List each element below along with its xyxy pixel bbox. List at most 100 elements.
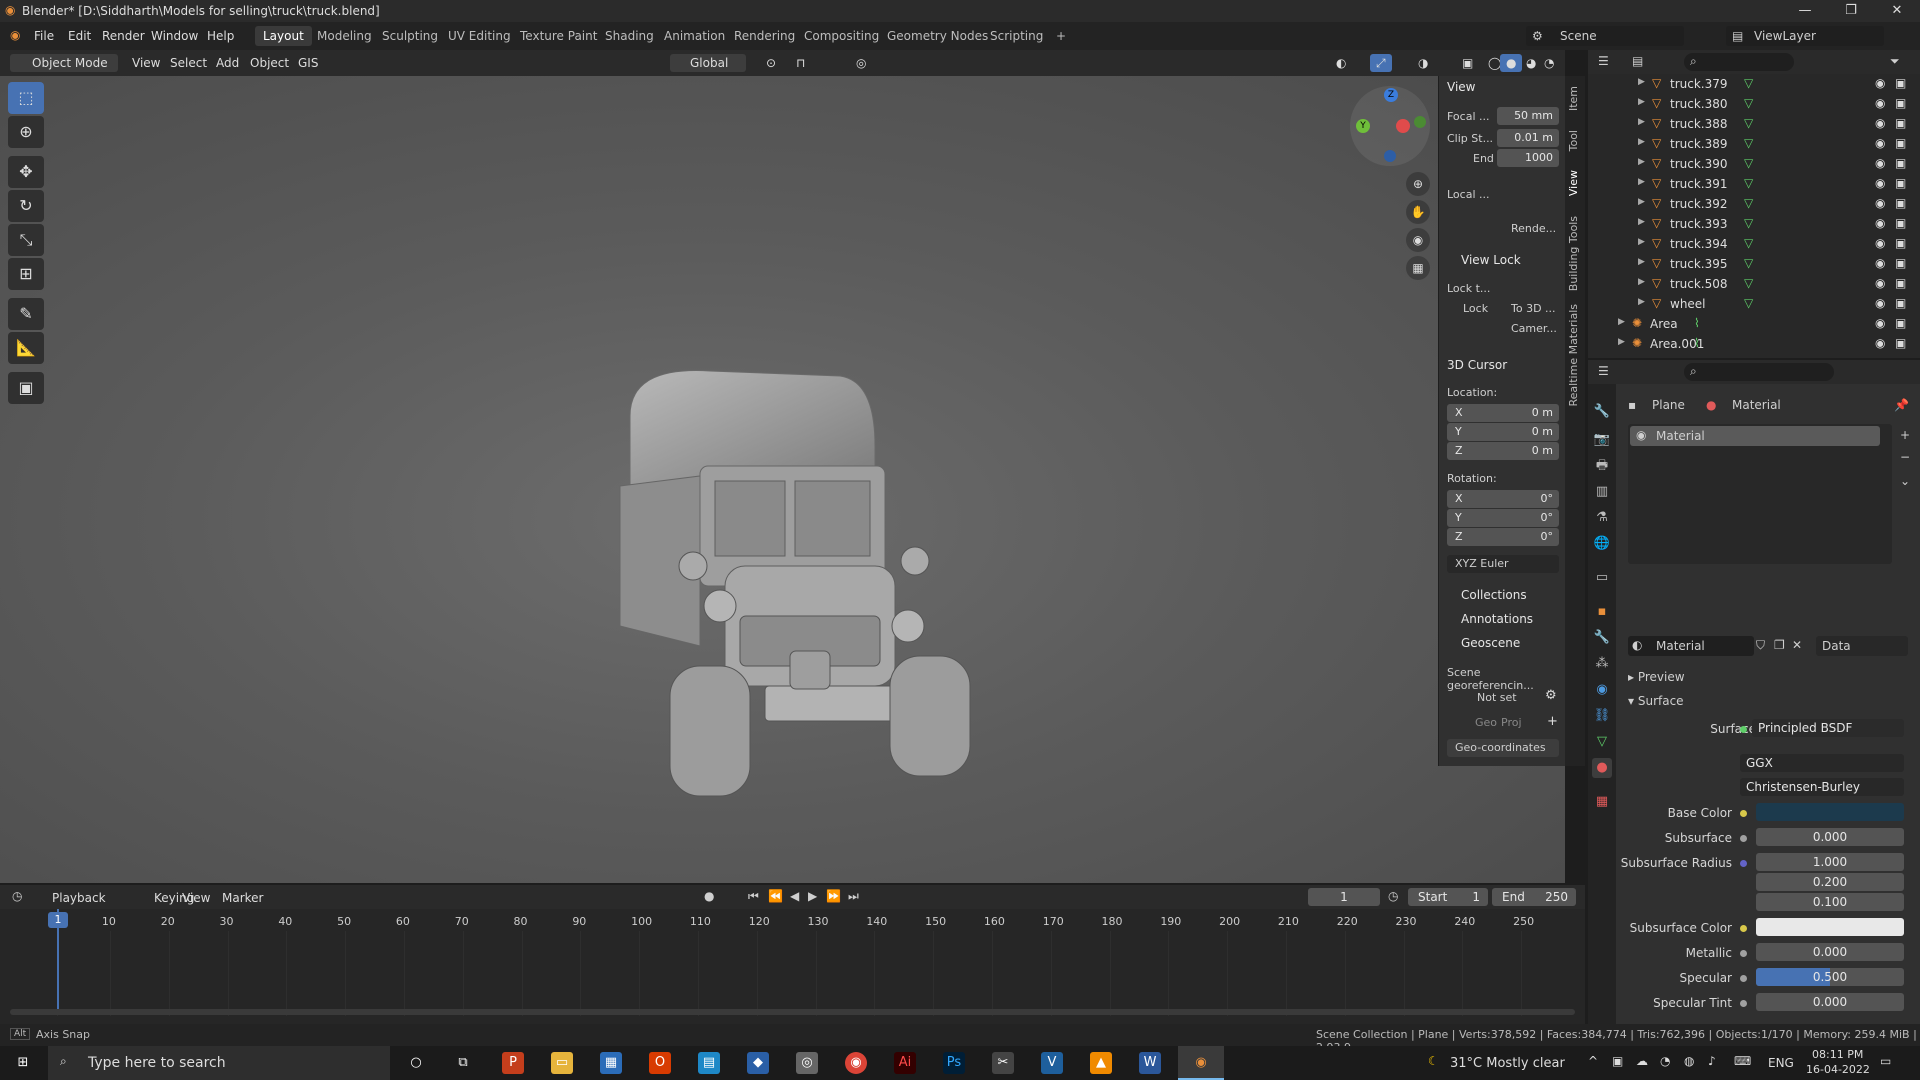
mesh-data-icon[interactable]: ▽ bbox=[1744, 116, 1753, 130]
clip-start-field[interactable]: 0.01 m bbox=[1497, 129, 1559, 147]
subsurface-radius-z[interactable]: 0.100 bbox=[1756, 893, 1904, 911]
timeline-scrollbar[interactable] bbox=[10, 1009, 1575, 1015]
visibility-eye-icon[interactable]: ◉ bbox=[1875, 316, 1885, 330]
menu-window[interactable]: Window bbox=[151, 29, 198, 43]
3d-cursor-section-header[interactable]: 3D Cursor bbox=[1447, 358, 1507, 372]
app-icon-1[interactable]: ◆ bbox=[747, 1052, 769, 1074]
render-camera-icon[interactable]: ▣ bbox=[1895, 156, 1906, 170]
powerpoint-icon[interactable]: P bbox=[502, 1052, 524, 1074]
transform-orientation-dropdown[interactable]: Global bbox=[670, 54, 746, 72]
menu-playback[interactable]: Playback bbox=[46, 889, 112, 907]
office-icon[interactable]: O bbox=[649, 1052, 671, 1074]
expand-icon[interactable]: ▶ bbox=[1618, 317, 1625, 327]
duplicate-material-icon[interactable]: ❐ bbox=[1774, 638, 1785, 652]
tab-item[interactable]: Item bbox=[1567, 86, 1583, 111]
keyboard-icon[interactable]: ⌨ bbox=[1734, 1054, 1751, 1068]
timeline[interactable]: 1102030405060708090100110120130140150160… bbox=[0, 909, 1585, 1024]
distribution-dropdown[interactable]: GGX bbox=[1740, 754, 1904, 772]
visibility-eye-icon[interactable]: ◉ bbox=[1875, 216, 1885, 230]
clock-time[interactable]: 08:11 PM bbox=[1812, 1048, 1863, 1061]
view-lock-section-header[interactable]: View Lock bbox=[1461, 253, 1521, 267]
render-camera-icon[interactable]: ▣ bbox=[1895, 236, 1906, 250]
gizmo-x-axis[interactable] bbox=[1396, 119, 1410, 133]
render-camera-icon[interactable]: ▣ bbox=[1895, 76, 1906, 90]
mesh-data-icon[interactable]: ▽ bbox=[1744, 256, 1753, 270]
photoshop-icon[interactable]: Ps bbox=[943, 1052, 965, 1074]
material-slot-item[interactable]: ◉ Material bbox=[1630, 426, 1880, 446]
close-button[interactable]: ✕ bbox=[1874, 0, 1920, 22]
language-indicator[interactable]: ENG bbox=[1768, 1056, 1794, 1070]
texture-properties-icon[interactable]: ▦ bbox=[1592, 792, 1612, 812]
gizmo-toggle-icon[interactable]: ⤢ bbox=[1370, 54, 1392, 72]
vlc-icon[interactable]: ▲ bbox=[1090, 1052, 1112, 1074]
expand-icon[interactable]: ▶ bbox=[1638, 97, 1645, 107]
collection-properties-icon[interactable]: ▭ bbox=[1592, 568, 1612, 588]
expand-icon[interactable]: ▶ bbox=[1618, 337, 1625, 347]
cursor-location-x-field[interactable]: X0 m bbox=[1447, 404, 1559, 422]
transform-tool-icon[interactable]: ⊞ bbox=[8, 258, 44, 290]
tab-shading[interactable]: Shading bbox=[597, 26, 662, 46]
expand-icon[interactable]: ▶ bbox=[1638, 117, 1645, 127]
cursor-location-y-field[interactable]: Y0 m bbox=[1447, 423, 1559, 441]
timeline-editor-type-icon[interactable]: ◷ bbox=[12, 889, 22, 903]
material-browse-icon[interactable]: ◐ bbox=[1632, 638, 1642, 652]
menu-gis[interactable]: GIS bbox=[292, 54, 324, 72]
subsurface-color-socket[interactable] bbox=[1740, 925, 1747, 932]
pivot-icon[interactable]: ⊙ bbox=[760, 54, 782, 72]
view-section-header[interactable]: View bbox=[1447, 80, 1475, 94]
subsurface-field[interactable]: 0.000 bbox=[1756, 828, 1904, 846]
xray-icon[interactable]: ▣ bbox=[1456, 54, 1479, 72]
pan-hand-icon[interactable]: ✋ bbox=[1406, 200, 1430, 224]
mesh-data-icon[interactable]: ▽ bbox=[1744, 216, 1753, 230]
minimize-button[interactable]: — bbox=[1782, 0, 1828, 22]
vray-icon[interactable]: V bbox=[1041, 1052, 1063, 1074]
subsurface-radius-x[interactable]: 1.000 bbox=[1756, 853, 1904, 871]
record-icon[interactable]: ● bbox=[704, 889, 714, 903]
taskbar-blender-button[interactable]: ◉ bbox=[1178, 1046, 1224, 1080]
render-camera-icon[interactable]: ▣ bbox=[1895, 256, 1906, 270]
render-properties-icon[interactable]: 📷 bbox=[1592, 430, 1612, 450]
metallic-field[interactable]: 0.000 bbox=[1756, 943, 1904, 961]
play-reverse-icon[interactable]: ◀ bbox=[790, 889, 799, 903]
remove-slot-button[interactable]: − bbox=[1900, 450, 1910, 464]
visibility-eye-icon[interactable]: ◉ bbox=[1875, 336, 1885, 350]
expand-icon[interactable]: ▶ bbox=[1638, 157, 1645, 167]
outliner-row[interactable]: ▶ ▽ truck.389 ▽ ◉ ▣ bbox=[1588, 134, 1920, 154]
tab-modeling[interactable]: Modeling bbox=[309, 26, 380, 46]
preview-range-icon[interactable]: ◷ bbox=[1388, 889, 1398, 903]
rotation-mode-dropdown[interactable]: XYZ Euler bbox=[1447, 555, 1559, 573]
render-region-label[interactable]: Rende... bbox=[1511, 222, 1556, 235]
outliner-row[interactable]: ▶ ▽ truck.380 ▽ ◉ ▣ bbox=[1588, 94, 1920, 114]
cursor-location-z-field[interactable]: Z0 m bbox=[1447, 442, 1559, 460]
cursor-rotation-y-field[interactable]: Y 0° bbox=[1447, 509, 1559, 527]
mesh-data-icon[interactable]: ▽ bbox=[1744, 176, 1753, 190]
base-color-socket[interactable] bbox=[1740, 810, 1747, 817]
material-properties-icon[interactable]: ● bbox=[1592, 758, 1612, 778]
particle-properties-icon[interactable]: ⁂ bbox=[1592, 654, 1612, 674]
lock-camera-checkbox[interactable]: Camer... bbox=[1511, 322, 1557, 335]
render-camera-icon[interactable]: ▣ bbox=[1895, 276, 1906, 290]
tab-uv-editing[interactable]: UV Editing bbox=[440, 26, 519, 46]
navigation-gizmo[interactable]: Z Y bbox=[1350, 86, 1430, 166]
render-camera-icon[interactable]: ▣ bbox=[1895, 296, 1906, 310]
display-mode-icon[interactable]: ▤ bbox=[1632, 54, 1643, 68]
properties-search-input[interactable]: ⌕ bbox=[1684, 363, 1834, 381]
expand-icon[interactable]: ▶ bbox=[1638, 197, 1645, 207]
tab-layout[interactable]: Layout bbox=[255, 26, 312, 46]
notifications-icon[interactable]: ▭ bbox=[1880, 1054, 1891, 1068]
expand-icon[interactable]: ▶ bbox=[1638, 297, 1645, 307]
file-explorer-icon[interactable]: ▭ bbox=[551, 1052, 573, 1074]
render-camera-icon[interactable]: ▣ bbox=[1895, 176, 1906, 190]
cursor-rotation-z-field[interactable]: Z 0° bbox=[1447, 528, 1559, 546]
base-color-swatch[interactable] bbox=[1756, 803, 1904, 821]
clock-date[interactable]: 16-04-2022 bbox=[1806, 1063, 1870, 1076]
expand-icon[interactable]: ▶ bbox=[1638, 137, 1645, 147]
outliner-row[interactable]: ▶ ▽ truck.393 ▽ ◉ ▣ bbox=[1588, 214, 1920, 234]
outliner-row[interactable]: ▶ ▽ truck.394 ▽ ◉ ▣ bbox=[1588, 234, 1920, 254]
outliner-row[interactable]: ▶ ▽ truck.391 ▽ ◉ ▣ bbox=[1588, 174, 1920, 194]
tray-icon-1[interactable]: ▣ bbox=[1612, 1054, 1623, 1068]
perspective-toggle-icon[interactable]: ▦ bbox=[1406, 256, 1430, 280]
frame-ruler[interactable]: 1102030405060708090100110120130140150160… bbox=[0, 909, 1585, 1024]
3d-viewport[interactable]: Z Y ⊕ ✋ ◉ ▦ bbox=[0, 76, 1565, 883]
menu-marker[interactable]: Marker bbox=[216, 889, 269, 907]
